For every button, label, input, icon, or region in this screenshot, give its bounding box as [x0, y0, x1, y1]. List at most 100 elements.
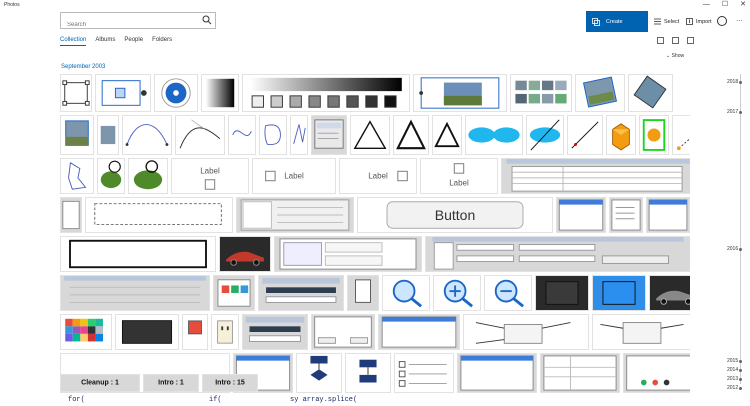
thumbnail-green-selection[interactable] — [639, 115, 669, 155]
thumbnail-rotated-photo[interactable] — [575, 74, 625, 112]
thumbnail-triangle-outline[interactable] — [350, 115, 390, 155]
thumbnail-intro-step[interactable]: Intro : 1 — [143, 374, 199, 392]
timeline-scrubber[interactable]: 2018 2017 2016 2015 2014 2013 2012 — [724, 74, 750, 406]
search-icon[interactable] — [202, 15, 212, 25]
thumbnail-code-if[interactable]: if( — [203, 394, 283, 406]
more-options-icon[interactable]: … — [736, 16, 743, 23]
thumbnail-selection-boxes[interactable] — [95, 74, 151, 112]
thumbnail-blue-circle[interactable] — [154, 74, 198, 112]
timeline-year[interactable]: 2013 — [727, 376, 743, 382]
thumbnail-rounded-shape[interactable] — [259, 115, 287, 155]
thumbnail-annotated-diagram-2[interactable] — [592, 314, 690, 350]
thumbnail-flowchart[interactable] — [296, 353, 342, 393]
create-button[interactable]: Create — [586, 11, 648, 32]
thumbnail-zigzag[interactable] — [290, 115, 308, 155]
thumbnail-window-blue[interactable] — [556, 197, 606, 233]
search-input[interactable] — [61, 17, 196, 33]
timeline-year[interactable]: 2018 — [727, 79, 743, 85]
thumbnail-dialog-wide[interactable] — [457, 353, 537, 393]
thumbnail-map-outline[interactable] — [60, 158, 94, 194]
thumbnail-gradient[interactable] — [201, 74, 239, 112]
thumbnail-transform-handles[interactable] — [60, 74, 92, 112]
thumbnail-electrical-outlet[interactable] — [211, 314, 239, 350]
grid-large-icon[interactable] — [657, 37, 664, 44]
thumbnail-triangle-thick[interactable] — [393, 115, 429, 155]
thumbnail-bezier-curve[interactable] — [122, 115, 172, 155]
thumbnail-document-icon[interactable] — [347, 275, 379, 311]
timeline-year[interactable]: 2012 — [727, 385, 743, 391]
timeline-year[interactable]: 2017 — [727, 109, 743, 115]
thumbnail-car-dark-2[interactable] — [649, 275, 690, 311]
minimize-icon[interactable]: — — [703, 0, 710, 10]
thumbnail-settings-window[interactable] — [646, 197, 690, 233]
thumbnail-checkbox-list[interactable] — [394, 353, 454, 393]
thumbnail-zoom-in-icon[interactable] — [433, 275, 481, 311]
thumbnail-landscape-selected[interactable] — [413, 74, 507, 112]
thumbnail-flowchart-2[interactable] — [345, 353, 391, 393]
thumbnail-properties-table[interactable] — [501, 158, 690, 194]
thumbnail-colorful-panel[interactable] — [213, 275, 255, 311]
thumbnail-document-properties[interactable] — [60, 275, 210, 311]
thumbnail-dark-preview[interactable] — [115, 314, 179, 350]
tab-folders[interactable]: Folders — [152, 37, 172, 46]
thumbnail-intro-step-15[interactable]: Intro : 15 — [202, 374, 258, 392]
thumbnail-photo-grid[interactable] — [510, 74, 572, 112]
thumbnail-menu-popup[interactable] — [311, 115, 347, 155]
thumbnail-switch-button[interactable] — [182, 314, 208, 350]
timeline-year[interactable]: 2016 — [727, 246, 743, 252]
thumbnail-curve-shape[interactable] — [228, 115, 256, 155]
tab-collection[interactable]: Collection — [60, 37, 87, 46]
timeline-year[interactable]: 2014 — [727, 367, 743, 373]
thumbnail-player-window[interactable] — [623, 353, 690, 393]
thumbnail-color-palette[interactable] — [60, 314, 112, 350]
search-box[interactable] — [60, 12, 216, 33]
thumbnail-car-dark[interactable] — [219, 236, 271, 272]
tab-albums[interactable]: Albums — [95, 37, 115, 46]
thumbnail-code-splice[interactable]: sy array.splice( — [286, 394, 406, 406]
thumbnail-label-checkbox-d[interactable]: Label — [420, 158, 498, 194]
thumbnail-button-preview[interactable]: Button — [357, 197, 553, 233]
thumbnail-empty-frame[interactable] — [85, 197, 233, 233]
close-icon[interactable]: ✕ — [740, 0, 746, 10]
thumbnail-diagonal-line[interactable] — [567, 115, 603, 155]
thumbnail-cleanup-step[interactable]: Cleanup : 1 — [60, 374, 140, 392]
show-filter-button[interactable]: ⌄ Show — [666, 53, 684, 59]
thumbnail-publish-dialog[interactable] — [311, 314, 375, 350]
thumbnail-triangle-small[interactable] — [432, 115, 462, 155]
thumbnail-properties-bar[interactable] — [425, 236, 690, 272]
thumbnail-zoom-out-icon[interactable] — [484, 275, 532, 311]
thumbnail-orange-cube[interactable] — [606, 115, 636, 155]
select-button[interactable]: Select — [654, 11, 679, 32]
thumbnail-label-checkbox-b[interactable]: Label — [252, 158, 336, 194]
thumbnail-grayscale-swatches[interactable] — [242, 74, 410, 112]
thumbnail-path-curve[interactable] — [175, 115, 225, 155]
thumbnail-table-window[interactable] — [540, 353, 620, 393]
thumbnail-dark-square[interactable] — [535, 275, 589, 311]
thumbnail-settings-dialog[interactable] — [378, 314, 460, 350]
account-avatar-icon[interactable] — [717, 16, 727, 26]
thumbnail-leaf-circled[interactable] — [128, 158, 168, 194]
thumbnail-cyan-ellipses[interactable] — [465, 115, 523, 155]
thumbnail-component-panel[interactable] — [236, 197, 354, 233]
thumbnail-tree-list[interactable] — [609, 197, 643, 233]
thumbnail-green-leaf[interactable] — [97, 158, 125, 194]
tab-people[interactable]: People — [124, 37, 143, 46]
thumbnail-photo-small[interactable] — [97, 115, 119, 155]
thumbnail-blue-square[interactable] — [592, 275, 646, 311]
thumbnail-code-for[interactable]: for( — [60, 394, 200, 406]
thumbnail-dialog-narrow[interactable] — [60, 197, 82, 233]
thumbnail-magnifier-icon[interactable] — [382, 275, 430, 311]
timeline-year[interactable]: 2015 — [727, 358, 743, 364]
grid-small-icon[interactable] — [687, 37, 694, 44]
thumbnail-thick-frame[interactable] — [60, 236, 216, 272]
import-button[interactable]: Import — [686, 11, 712, 32]
thumbnail-annotated-diagram[interactable] — [463, 314, 589, 350]
thumbnail-label-checkbox-a[interactable]: Label — [171, 158, 249, 194]
thumbnail-timeline-panel-2[interactable] — [242, 314, 308, 350]
maximize-icon[interactable]: ☐ — [722, 0, 728, 10]
thumbnail-label-checkbox-c[interactable]: Label — [339, 158, 417, 194]
thumbnail-ellipse-slash[interactable] — [526, 115, 564, 155]
thumbnail-rotated-square[interactable] — [628, 74, 673, 112]
grid-medium-icon[interactable] — [672, 37, 679, 44]
thumbnail-layout-editor[interactable] — [274, 236, 422, 272]
